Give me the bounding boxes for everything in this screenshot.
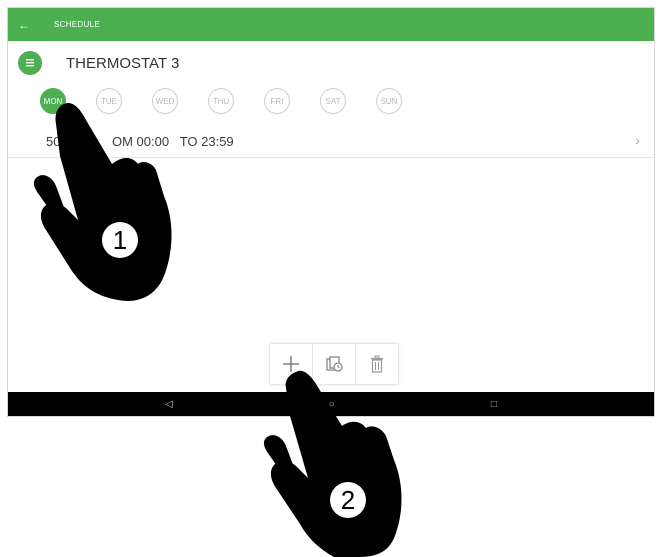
nav-recent-icon[interactable]: □ bbox=[491, 399, 497, 410]
pointing-hand-1: 1 bbox=[28, 100, 178, 305]
day-fri[interactable]: FRI bbox=[264, 88, 290, 114]
day-sun[interactable]: SUN bbox=[376, 88, 402, 114]
chevron-right-icon[interactable]: › bbox=[635, 132, 640, 148]
day-thu[interactable]: THU bbox=[208, 88, 234, 114]
thermostat-icon bbox=[18, 51, 42, 75]
pointing-hand-2: 2 bbox=[262, 370, 412, 557]
nav-back-icon[interactable]: ◁ bbox=[165, 399, 173, 410]
step-1-label: 1 bbox=[113, 225, 127, 255]
device-name: THERMOSTAT 3 bbox=[66, 54, 180, 72]
tutorial-figure: ← SCHEDULE THERMOSTAT 3 MON TUE WED THU … bbox=[0, 0, 659, 557]
schedule-to: TO 23:59 bbox=[179, 134, 234, 149]
step-2-label: 2 bbox=[341, 485, 355, 515]
app-bar-title: SCHEDULE bbox=[54, 20, 100, 29]
app-bar: ← SCHEDULE bbox=[8, 8, 654, 41]
day-sat[interactable]: SAT bbox=[320, 88, 346, 114]
arrow-left-icon[interactable]: ← bbox=[18, 19, 38, 31]
device-header: THERMOSTAT 3 bbox=[18, 50, 179, 76]
